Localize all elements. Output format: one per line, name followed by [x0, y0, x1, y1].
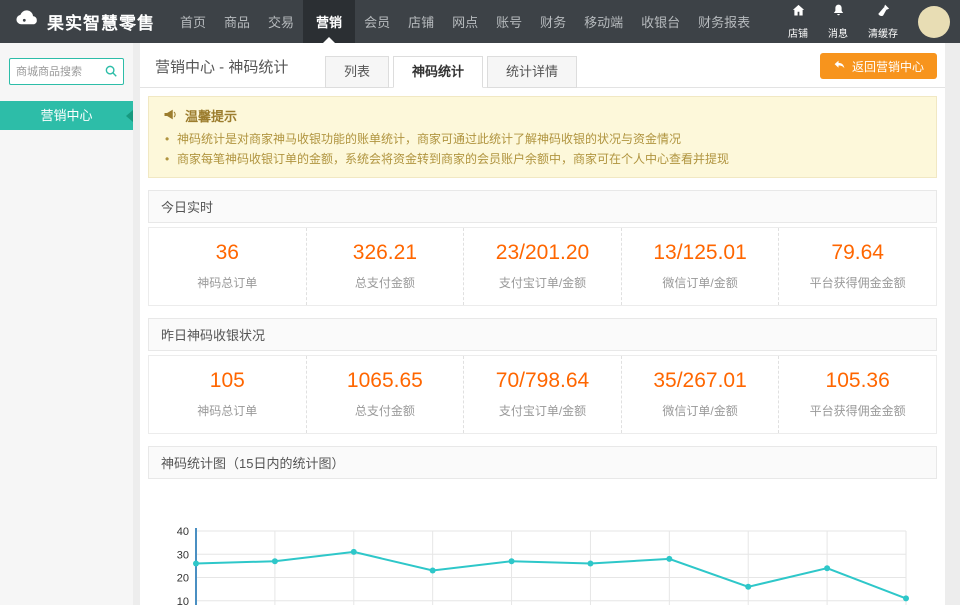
- stat-item: 35/267.01 微信订单/金额: [620, 356, 779, 433]
- stat-label: 平台获得佣金金额: [809, 276, 906, 290]
- main-header: 营销中心 - 神码统计 列表 神码统计 统计详情 返回营销中心: [140, 43, 945, 88]
- broom-icon: [876, 3, 891, 23]
- nav-item-5[interactable]: 店铺: [399, 0, 443, 43]
- stat-value: 13/125.01: [653, 241, 747, 264]
- nav-tool-shop[interactable]: 店铺: [778, 3, 818, 40]
- stat-value: 79.64: [831, 241, 884, 264]
- section-header-today: 今日实时: [148, 190, 937, 223]
- tab-list[interactable]: 列表: [325, 56, 390, 88]
- breadcrumb: 营销中心 - 神码统计: [155, 59, 289, 76]
- nav-item-1[interactable]: 商品: [215, 0, 259, 43]
- back-arrow-icon: [833, 58, 846, 74]
- stat-item: 36 神码总订单: [149, 228, 306, 305]
- notice-bullet-1: 商家每笔神码收银订单的金额，系统会将资金转到商家的会员账户余额中，商家可在个人中…: [163, 149, 922, 169]
- stat-value: 70/798.64: [495, 369, 590, 392]
- bell-icon: [831, 3, 846, 23]
- stats-row-today: 36 神码总订单 326.21 总支付金额 23/201.20 支付宝订单/金额 13/12…: [148, 227, 937, 306]
- tabs: 列表 神码统计 统计详情: [325, 56, 581, 88]
- brand-logo[interactable]: 果实智慧零售: [0, 0, 171, 43]
- shop-icon: [791, 3, 806, 23]
- nav-item-10[interactable]: 收银台: [632, 0, 689, 43]
- nav-tool-clear-cache[interactable]: 清缓存: [858, 3, 908, 40]
- chart-container: 01020304001月03日01月04日01月05日01月06日01月07日0…: [140, 479, 945, 605]
- tab-stats-detail[interactable]: 统计详情: [487, 56, 578, 88]
- nav-item-11[interactable]: 财务报表: [689, 0, 759, 43]
- nav-item-7[interactable]: 账号: [487, 0, 531, 43]
- stat-label: 支付宝订单/金额: [498, 276, 587, 290]
- notice-box: 温馨提示 神码统计是对商家神马收银功能的账单统计，商家可通过此统计了解神码收银的…: [148, 96, 937, 178]
- megaphone-icon: [163, 107, 178, 125]
- stat-value: 326.21: [352, 241, 417, 264]
- cloud-logo-icon: [14, 6, 40, 37]
- nav-item-6[interactable]: 网点: [443, 0, 487, 43]
- sidebar-item-marketing-center[interactable]: 营销中心: [0, 101, 133, 130]
- stat-item: 13/125.01 微信订单/金额: [620, 228, 779, 305]
- stat-item: 70/798.64 支付宝订单/金额: [463, 356, 621, 433]
- svg-text:30: 30: [177, 549, 189, 561]
- nav-right-tools: 店铺 消息 清缓存: [778, 0, 960, 43]
- stat-label: 神码总订单: [197, 404, 258, 418]
- nav-tool-messages[interactable]: 消息: [818, 3, 858, 40]
- nav-tool-label: 消息: [828, 29, 848, 40]
- main-content: 营销中心 - 神码统计 列表 神码统计 统计详情 返回营销中心 温馨提示 神码统…: [140, 43, 945, 605]
- stat-item: 23/201.20 支付宝订单/金额: [463, 228, 621, 305]
- stat-item: 105 神码总订单: [149, 356, 306, 433]
- svg-text:20: 20: [177, 573, 189, 585]
- stat-item: 1065.65 总支付金额: [305, 356, 464, 433]
- stats-row-yesterday: 105 神码总订单 1065.65 总支付金额 70/798.64 支付宝订单/金额 35/…: [148, 355, 937, 434]
- nav-tool-label: 店铺: [788, 29, 808, 40]
- svg-text:10: 10: [177, 596, 189, 605]
- page: 果实智慧零售 首页 商品 交易 营销 会员 店铺 网点 账号 财务 移动端 收银台 财务报表 店铺 消…: [0, 0, 960, 605]
- notice-title: 温馨提示: [185, 109, 238, 124]
- nav-item-0[interactable]: 首页: [171, 0, 215, 43]
- stat-label: 总支付金额: [354, 276, 415, 290]
- nav-item-8[interactable]: 财务: [531, 0, 575, 43]
- nav-item-9[interactable]: 移动端: [575, 0, 632, 43]
- back-to-marketing-button[interactable]: 返回营销中心: [819, 53, 937, 79]
- search-icon[interactable]: [104, 64, 118, 78]
- stat-label: 微信订单/金额: [662, 404, 738, 418]
- top-navbar: 果实智慧零售 首页 商品 交易 营销 会员 店铺 网点 账号 财务 移动端 收银台 财务报表 店铺 消…: [0, 0, 960, 43]
- svg-text:40: 40: [177, 526, 189, 538]
- nav-items: 首页 商品 交易 营销 会员 店铺 网点 账号 财务 移动端 收银台 财务报表: [171, 0, 759, 43]
- sidebar: 营销中心: [0, 43, 133, 605]
- stat-value: 36: [215, 241, 239, 264]
- brand-name: 果实智慧零售: [47, 14, 155, 33]
- stat-value: 1065.65: [346, 369, 423, 392]
- back-button-label: 返回营销中心: [851, 59, 924, 74]
- stat-label: 总支付金额: [354, 404, 415, 418]
- tab-shenma-stats[interactable]: 神码统计: [393, 56, 484, 88]
- user-avatar[interactable]: [918, 5, 950, 38]
- nav-item-3[interactable]: 营销: [303, 0, 356, 43]
- section-header-chart: 神码统计图（15日内的统计图）: [148, 446, 937, 479]
- stat-label: 微信订单/金额: [662, 276, 738, 290]
- stat-item: 326.21 总支付金额: [305, 228, 464, 305]
- stat-value: 35/267.01: [653, 369, 747, 392]
- sidebar-search: [9, 58, 124, 85]
- stat-value: 105.36: [825, 369, 890, 392]
- stat-value: 105: [209, 369, 245, 392]
- line-chart: 01020304001月03日01月04日01月05日01月06日01月07日0…: [177, 526, 909, 605]
- nav-item-4[interactable]: 会员: [355, 0, 399, 43]
- notice-bullets: 神码统计是对商家神马收银功能的账单统计，商家可通过此统计了解神码收银的状况与资金…: [163, 129, 922, 169]
- stat-item: 79.64 平台获得佣金金额: [778, 228, 936, 305]
- notice-bullet-0: 神码统计是对商家神马收银功能的账单统计，商家可通过此统计了解神码收银的状况与资金…: [163, 129, 922, 149]
- stat-label: 支付宝订单/金额: [498, 404, 587, 418]
- nav-tool-label: 清缓存: [868, 29, 898, 40]
- stat-label: 神码总订单: [197, 276, 258, 290]
- section-header-yesterday: 昨日神码收银状况: [148, 318, 937, 351]
- stat-label: 平台获得佣金金额: [809, 404, 906, 418]
- notice-title-row: 温馨提示: [163, 106, 922, 125]
- stat-item: 105.36 平台获得佣金金额: [778, 356, 936, 433]
- stat-value: 23/201.20: [495, 241, 590, 264]
- nav-item-2[interactable]: 交易: [259, 0, 303, 43]
